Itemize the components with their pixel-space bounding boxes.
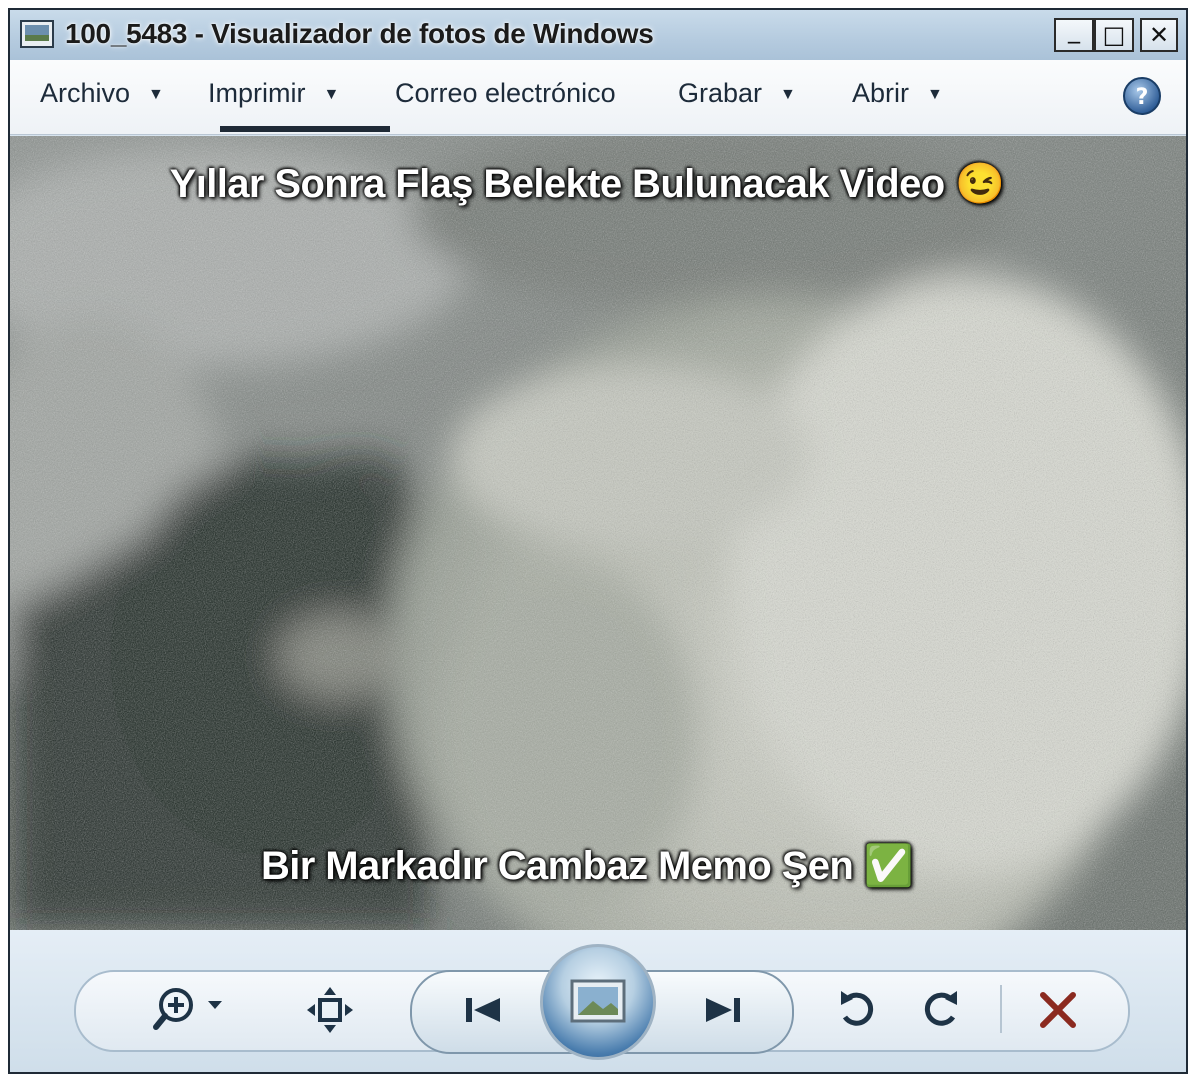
- rotate-left-button[interactable]: [826, 980, 890, 1040]
- photo-viewer-window: 100_5483 - Visualizador de fotos de Wind…: [8, 8, 1188, 1074]
- close-button[interactable]: ✕: [1140, 18, 1178, 52]
- rotate-clockwise-icon: [924, 991, 957, 1026]
- menu-grabar[interactable]: Grabar ▼: [678, 78, 796, 109]
- delete-button[interactable]: [1026, 980, 1090, 1040]
- zoom-icon: [153, 988, 222, 1030]
- menu-grabar-label: Grabar: [678, 78, 763, 108]
- slideshow-icon: [570, 979, 626, 1023]
- previous-icon: [466, 998, 500, 1022]
- caption-top: Yıllar Sonra Flaş Belekte Bulunacak Vide…: [169, 162, 1005, 206]
- next-icon: [706, 998, 740, 1022]
- menu-correo-label: Correo electrónico: [395, 78, 616, 108]
- maximize-icon: □: [1102, 21, 1126, 49]
- menu-hover-indicator: [220, 126, 390, 132]
- menu-archivo-label: Archivo: [40, 78, 131, 108]
- rotate-right-button[interactable]: [908, 980, 972, 1040]
- slideshow-button[interactable]: [540, 944, 656, 1060]
- delete-icon: [1040, 992, 1076, 1028]
- title-bar[interactable]: 100_5483 - Visualizador de fotos de Wind…: [10, 10, 1186, 61]
- menu-correo[interactable]: Correo electrónico: [395, 78, 616, 109]
- chevron-down-icon: ▼: [323, 85, 340, 103]
- rotate-counterclockwise-icon: [841, 991, 874, 1026]
- actual-size-button[interactable]: [300, 980, 360, 1040]
- menu-abrir-label: Abrir: [852, 78, 910, 108]
- photo-display: Yıllar Sonra Flaş Belekte Bulunacak Vide…: [10, 136, 1186, 930]
- window-title: 100_5483 - Visualizador de fotos de Wind…: [65, 18, 654, 49]
- maximize-button[interactable]: □: [1094, 18, 1134, 52]
- caption-bottom: Bir Markadır Cambaz Memo Şen ✅: [261, 844, 914, 888]
- chevron-down-icon: ▼: [927, 85, 943, 103]
- next-button[interactable]: [678, 982, 768, 1038]
- close-icon: ✕: [1148, 21, 1170, 49]
- svg-text:?: ?: [1136, 85, 1149, 110]
- menu-archivo[interactable]: Archivo ▼: [40, 78, 164, 109]
- zoom-button[interactable]: [148, 980, 238, 1040]
- chevron-down-icon: ▼: [148, 85, 164, 103]
- previous-button[interactable]: [438, 982, 528, 1038]
- menu-imprimir-label: Imprimir: [208, 78, 306, 108]
- help-icon[interactable]: ?: [1122, 76, 1162, 116]
- chevron-down-icon: ▼: [780, 85, 796, 103]
- fit-to-window-icon: [307, 987, 353, 1033]
- menu-bar: Archivo ▼ Imprimir ▼ Correo electrónico Gr…: [10, 60, 1186, 135]
- menu-abrir[interactable]: Abrir ▼: [852, 78, 943, 109]
- toolbar-divider: [1000, 985, 1002, 1033]
- bottom-toolbar: [10, 930, 1186, 1072]
- photo-viewer-app-icon: [20, 20, 54, 48]
- menu-imprimir[interactable]: Imprimir ▼: [208, 78, 339, 109]
- minimize-button[interactable]: _: [1054, 16, 1094, 52]
- minimize-icon: _: [1068, 16, 1080, 44]
- photo-image: [10, 136, 1186, 930]
